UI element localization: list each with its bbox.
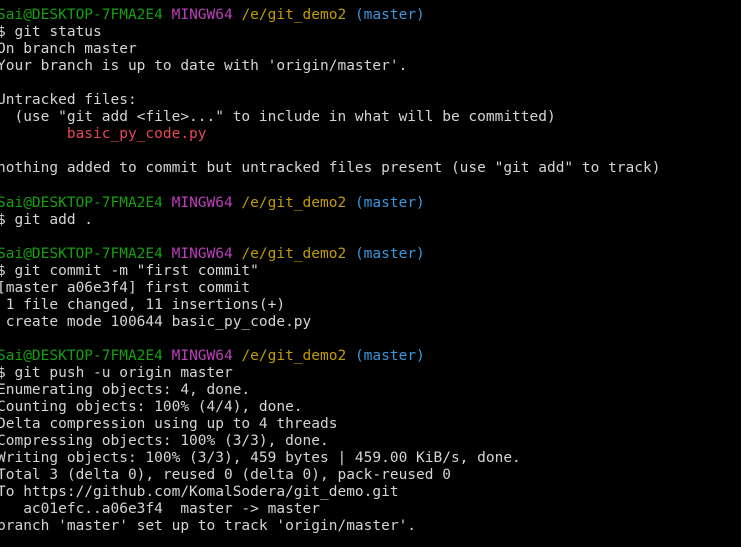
- untracked-file: basic_py_code.py: [0, 126, 207, 142]
- output-line: 1 file changed, 11 insertions(+): [0, 297, 286, 313]
- command-line: $ git push -u origin master: [0, 365, 233, 381]
- prompt-line: Sai@DESKTOP-7FMA2E4 MINGW64 /e/git_demo2…: [0, 246, 425, 263]
- prompt-line: Sai@DESKTOP-7FMA2E4 MINGW64 /e/git_demo2…: [0, 7, 425, 24]
- prompt-branch: (master): [354, 348, 425, 364]
- prompt-user: Sai@DESKTOP-7FMA2E4: [0, 7, 163, 23]
- command-line: $ git status: [0, 24, 102, 40]
- output-line: (use "git add <file>..." to include in w…: [0, 109, 556, 125]
- output-line: nothing added to commit but untracked fi…: [0, 160, 661, 176]
- output-line: Delta compression using up to 4 threads: [0, 416, 338, 432]
- prompt-shell: MINGW64: [171, 348, 233, 364]
- prompt-path: /e/git_demo2: [241, 246, 347, 262]
- prompt-user: Sai@DESKTOP-7FMA2E4: [0, 195, 163, 211]
- output-line: Untracked files:: [0, 92, 137, 108]
- output-line: To https://github.com/KomalSodera/git_de…: [0, 484, 399, 500]
- output-line: Enumerating objects: 4, done.: [0, 382, 251, 398]
- prompt-user: Sai@DESKTOP-7FMA2E4: [0, 348, 163, 364]
- output-line: Your branch is up to date with 'origin/m…: [0, 58, 408, 74]
- output-line: Compressing objects: 100% (3/3), done.: [0, 433, 329, 449]
- output-line: create mode 100644 basic_py_code.py: [0, 314, 312, 330]
- output-line: [master a06e3f4] first commit: [0, 280, 251, 296]
- prompt-branch: (master): [354, 246, 425, 262]
- output-line: ac01efc..a06e3f4 master -> master: [0, 501, 321, 517]
- prompt-branch: (master): [354, 195, 425, 211]
- output-line: Total 3 (delta 0), reused 0 (delta 0), p…: [0, 467, 451, 483]
- prompt-user: Sai@DESKTOP-7FMA2E4: [0, 246, 163, 262]
- output-line: Counting objects: 100% (4/4), done.: [0, 399, 303, 415]
- output-line: branch 'master' set up to track 'origin/…: [0, 518, 417, 534]
- command-line: $ git commit -m "first commit": [0, 263, 259, 279]
- prompt-path: /e/git_demo2: [241, 195, 347, 211]
- prompt-line: Sai@DESKTOP-7FMA2E4 MINGW64 /e/git_demo2…: [0, 195, 425, 212]
- prompt-shell: MINGW64: [171, 7, 233, 23]
- output-line: Writing objects: 100% (3/3), 459 bytes |…: [0, 450, 521, 466]
- prompt-shell: MINGW64: [171, 195, 233, 211]
- prompt-path: /e/git_demo2: [241, 7, 347, 23]
- terminal-window[interactable]: Sai@DESKTOP-7FMA2E4 MINGW64 /e/git_demo2…: [0, 0, 741, 547]
- prompt-line: Sai@DESKTOP-7FMA2E4 MINGW64 /e/git_demo2…: [0, 348, 425, 365]
- prompt-path: /e/git_demo2: [241, 348, 347, 364]
- prompt-branch: (master): [354, 7, 425, 23]
- command-line: $ git add .: [0, 212, 94, 228]
- output-line: On branch master: [0, 41, 137, 57]
- prompt-shell: MINGW64: [171, 246, 233, 262]
